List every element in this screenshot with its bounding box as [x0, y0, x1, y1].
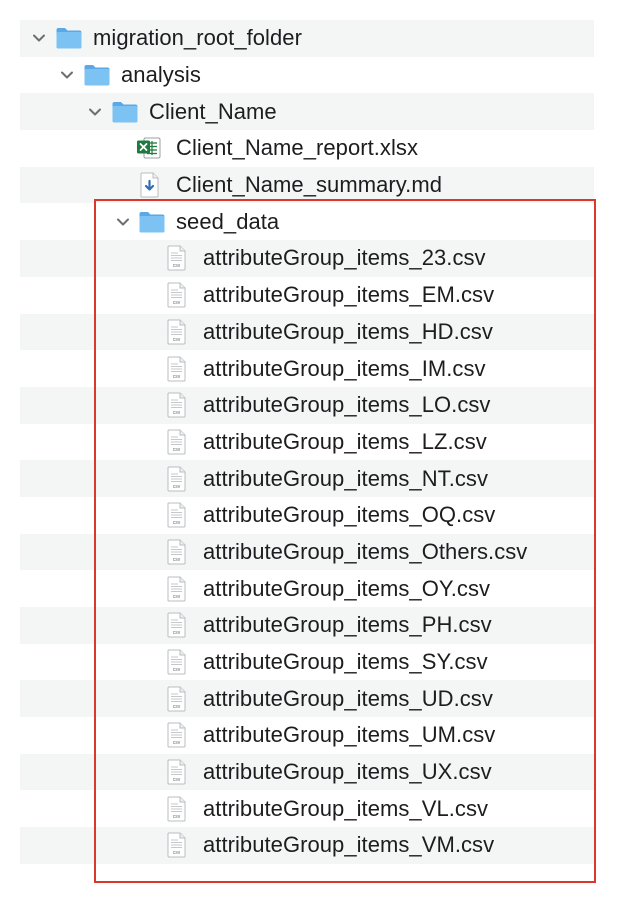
- svg-text:csv: csv: [173, 704, 181, 710]
- tree-row-label: attributeGroup_items_23.csv: [203, 245, 486, 271]
- svg-text:csv: csv: [173, 374, 181, 380]
- svg-text:csv: csv: [173, 484, 181, 490]
- tree-row-csv-file[interactable]: csv attributeGroup_items_LZ.csv: [20, 424, 594, 461]
- csv-file-icon: csv: [166, 538, 188, 566]
- svg-text:csv: csv: [173, 667, 181, 673]
- svg-text:csv: csv: [173, 630, 181, 636]
- svg-text:csv: csv: [173, 263, 181, 269]
- tree-row-label: attributeGroup_items_NT.csv: [203, 465, 489, 491]
- tree-row-label: attributeGroup_items_OQ.csv: [203, 502, 496, 528]
- csv-file-icon: csv: [166, 428, 188, 456]
- svg-text:csv: csv: [173, 337, 181, 343]
- csv-file-icon: csv: [166, 318, 188, 346]
- svg-text:csv: csv: [173, 447, 181, 453]
- folder-icon: [55, 26, 83, 50]
- tree-row-label: Client_Name_report.xlsx: [176, 135, 419, 161]
- folder-icon: [111, 100, 139, 124]
- tree-row-csv-file[interactable]: csv attributeGroup_items_NT.csv: [20, 460, 594, 497]
- svg-text:csv: csv: [173, 777, 181, 783]
- tree-row-label: attributeGroup_items_LZ.csv: [203, 428, 487, 454]
- tree-row-label: attributeGroup_items_HD.csv: [203, 318, 493, 344]
- csv-file-icon: csv: [166, 648, 188, 676]
- csv-file-icon: csv: [166, 611, 188, 639]
- tree-row-csv-file[interactable]: csv attributeGroup_items_VL.csv: [20, 790, 594, 827]
- csv-file-icon: csv: [166, 758, 188, 786]
- tree-row-csv-file[interactable]: csv attributeGroup_items_PH.csv: [20, 607, 594, 644]
- tree-row-csv-file[interactable]: csv attributeGroup_items_SY.csv: [20, 644, 594, 681]
- tree-row-csv-file[interactable]: csv attributeGroup_items_OQ.csv: [20, 497, 594, 534]
- tree-row-label: attributeGroup_items_EM.csv: [203, 282, 495, 308]
- markdown-file-icon: [139, 171, 161, 199]
- chevron-down-icon[interactable]: [58, 66, 76, 84]
- chevron-down-icon[interactable]: [30, 29, 48, 47]
- csv-file-icon: csv: [166, 575, 188, 603]
- tree-row-csv-file[interactable]: csv attributeGroup_items_UM.csv: [20, 717, 594, 754]
- tree-row-report-xlsx[interactable]: Client_Name_report.xlsx: [20, 130, 594, 167]
- tree-row-seed-data[interactable]: seed_data: [20, 203, 594, 240]
- tree-row-migration-root-folder[interactable]: migration_root_folder: [20, 20, 594, 57]
- svg-text:csv: csv: [173, 410, 181, 416]
- seed-data-file-list: csv attributeGroup_items_23.csvcsv attribu…: [20, 240, 594, 864]
- tree-row-label: analysis: [121, 62, 201, 88]
- svg-text:csv: csv: [173, 300, 181, 306]
- folder-icon: [138, 210, 166, 234]
- svg-text:csv: csv: [173, 557, 181, 563]
- csv-file-icon: csv: [166, 685, 188, 713]
- tree-row-csv-file[interactable]: csv attributeGroup_items_VM.csv: [20, 827, 594, 864]
- svg-text:csv: csv: [173, 520, 181, 526]
- csv-file-icon: csv: [166, 355, 188, 383]
- tree-row-label: attributeGroup_items_UM.csv: [203, 722, 496, 748]
- tree-row-label: attributeGroup_items_UX.csv: [203, 759, 492, 785]
- svg-text:csv: csv: [173, 814, 181, 820]
- svg-text:csv: csv: [173, 740, 181, 746]
- tree-row-client-name[interactable]: Client_Name: [20, 93, 594, 131]
- tree-row-summary-md[interactable]: Client_Name_summary.md: [20, 166, 594, 204]
- excel-file-icon: [136, 135, 162, 161]
- csv-file-icon: csv: [166, 281, 188, 309]
- tree-row-label: attributeGroup_items_IM.csv: [203, 355, 486, 381]
- svg-text:csv: csv: [173, 594, 181, 600]
- tree-row-label: attributeGroup_items_Others.csv: [203, 538, 528, 564]
- tree-row-csv-file[interactable]: csv attributeGroup_items_UD.csv: [20, 680, 594, 718]
- tree-row-label: attributeGroup_items_OY.csv: [203, 575, 491, 601]
- csv-file-icon: csv: [166, 391, 188, 419]
- csv-file-icon: csv: [166, 501, 188, 529]
- tree-row-csv-file[interactable]: csv attributeGroup_items_23.csv: [20, 240, 594, 277]
- tree-row-label: attributeGroup_items_UD.csv: [203, 685, 493, 711]
- tree-row-label: migration_root_folder: [93, 25, 302, 51]
- tree-row-label: attributeGroup_items_PH.csv: [203, 612, 492, 638]
- folder-icon: [83, 63, 111, 87]
- tree-row-csv-file[interactable]: csv attributeGroup_items_Others.csv: [20, 533, 594, 571]
- chevron-down-icon[interactable]: [86, 103, 104, 121]
- tree-row-analysis[interactable]: analysis: [20, 57, 594, 94]
- tree-row-csv-file[interactable]: csv attributeGroup_items_OY.csv: [20, 570, 594, 607]
- tree-row-label: attributeGroup_items_LO.csv: [203, 392, 491, 418]
- tree-row-label: seed_data: [176, 208, 280, 234]
- svg-text:csv: csv: [173, 850, 181, 856]
- csv-file-icon: csv: [166, 721, 188, 749]
- tree-row-label: attributeGroup_items_VM.csv: [203, 832, 495, 858]
- tree-row-label: attributeGroup_items_SY.csv: [203, 649, 488, 675]
- tree-row-csv-file[interactable]: csv attributeGroup_items_UX.csv: [20, 753, 594, 791]
- csv-file-icon: csv: [166, 795, 188, 823]
- tree-row-csv-file[interactable]: csv attributeGroup_items_HD.csv: [20, 313, 594, 351]
- tree-row-csv-file[interactable]: csv attributeGroup_items_IM.csv: [20, 350, 594, 387]
- tree-row-csv-file[interactable]: csv attributeGroup_items_EM.csv: [20, 277, 594, 314]
- csv-file-icon: csv: [166, 831, 188, 859]
- file-tree: migration_root_folder analysis Client_Na…: [20, 20, 594, 864]
- csv-file-icon: csv: [166, 244, 188, 272]
- chevron-down-icon[interactable]: [114, 213, 132, 231]
- tree-row-label: Client_Name_summary.md: [176, 172, 442, 198]
- tree-row-label: Client_Name: [149, 98, 277, 124]
- tree-row-label: attributeGroup_items_VL.csv: [203, 795, 489, 821]
- tree-row-csv-file[interactable]: csv attributeGroup_items_LO.csv: [20, 386, 594, 424]
- csv-file-icon: csv: [166, 465, 188, 493]
